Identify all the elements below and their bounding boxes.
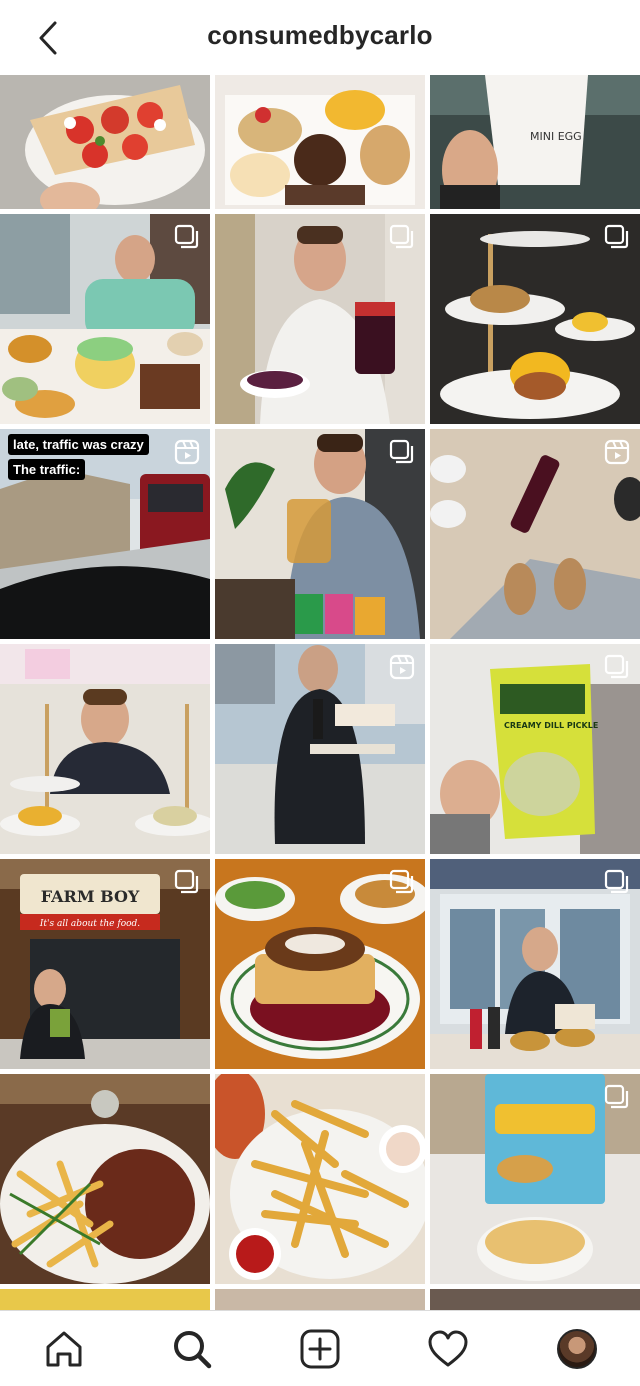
heart-icon xyxy=(428,1330,468,1367)
post-takeout-reel[interactable] xyxy=(215,644,425,854)
carousel-icon xyxy=(604,224,629,249)
post-steak-frites[interactable] xyxy=(0,1074,210,1284)
tab-search[interactable] xyxy=(168,1325,216,1373)
post-cereal[interactable] xyxy=(430,1074,640,1284)
reel-caption-line-2: The traffic: xyxy=(8,459,86,480)
carousel-icon xyxy=(389,224,414,249)
home-icon xyxy=(46,1331,82,1367)
store-sign-text: FARM BOY xyxy=(41,887,140,906)
post-tea-mug[interactable] xyxy=(215,429,425,639)
post-partial-2[interactable] xyxy=(215,1289,425,1310)
tab-profile[interactable] xyxy=(553,1325,601,1373)
post-brunch-tower[interactable] xyxy=(430,214,640,424)
carousel-icon xyxy=(174,224,199,249)
post-farm-boy[interactable]: FARM BOY It's all about the food. xyxy=(0,859,210,1069)
post-jam-jar[interactable] xyxy=(215,214,425,424)
post-image: MINI EGG xyxy=(430,75,640,209)
bag-text: CREAMY DILL PICKLE xyxy=(504,721,598,730)
carousel-icon xyxy=(389,439,414,464)
reel-icon xyxy=(174,439,200,465)
post-image xyxy=(215,1074,425,1284)
post-high-tea[interactable] xyxy=(0,644,210,854)
post-image xyxy=(0,75,210,209)
carousel-icon xyxy=(604,1084,629,1109)
post-fries[interactable] xyxy=(215,1074,425,1284)
add-post-icon xyxy=(300,1329,340,1369)
carousel-icon xyxy=(174,869,199,894)
top-bar: consumedbycarlo xyxy=(0,0,640,75)
post-pickle-chips[interactable]: CREAMY DILL PICKLE xyxy=(430,644,640,854)
tab-activity[interactable] xyxy=(424,1325,472,1373)
post-image xyxy=(215,75,425,209)
tab-create[interactable] xyxy=(296,1325,344,1373)
post-french-toast[interactable] xyxy=(215,859,425,1069)
store-slogan-text: It's all about the food. xyxy=(39,919,140,929)
bottom-tab-bar xyxy=(0,1310,640,1386)
reel-icon xyxy=(389,654,415,680)
post-grid: MINI EGG late, traffic was crazy The tra… xyxy=(0,75,640,1310)
post-image xyxy=(0,1074,210,1284)
post-traffic-reel[interactable]: late, traffic was crazy The traffic: xyxy=(0,429,210,639)
tab-home[interactable] xyxy=(40,1325,88,1373)
carousel-icon xyxy=(389,869,414,894)
reel-icon xyxy=(604,439,630,465)
post-wine-slippers[interactable] xyxy=(430,429,640,639)
post-burgers[interactable] xyxy=(430,859,640,1069)
post-image xyxy=(0,644,210,854)
reel-caption-line-1: late, traffic was crazy xyxy=(8,434,149,455)
profile-avatar xyxy=(557,1329,597,1369)
carousel-icon xyxy=(604,869,629,894)
post-mini-egg-drink[interactable]: MINI EGG xyxy=(430,75,640,209)
page-title: consumedbycarlo xyxy=(207,20,433,50)
post-birthday-spread[interactable] xyxy=(0,214,210,424)
carousel-icon xyxy=(604,654,629,679)
post-pizza[interactable] xyxy=(0,75,210,209)
post-partial-3[interactable] xyxy=(430,1289,640,1310)
cup-text: MINI EGG xyxy=(530,130,582,143)
post-partial-1[interactable] xyxy=(0,1289,210,1310)
post-pastries[interactable] xyxy=(215,75,425,209)
search-icon xyxy=(174,1331,212,1369)
